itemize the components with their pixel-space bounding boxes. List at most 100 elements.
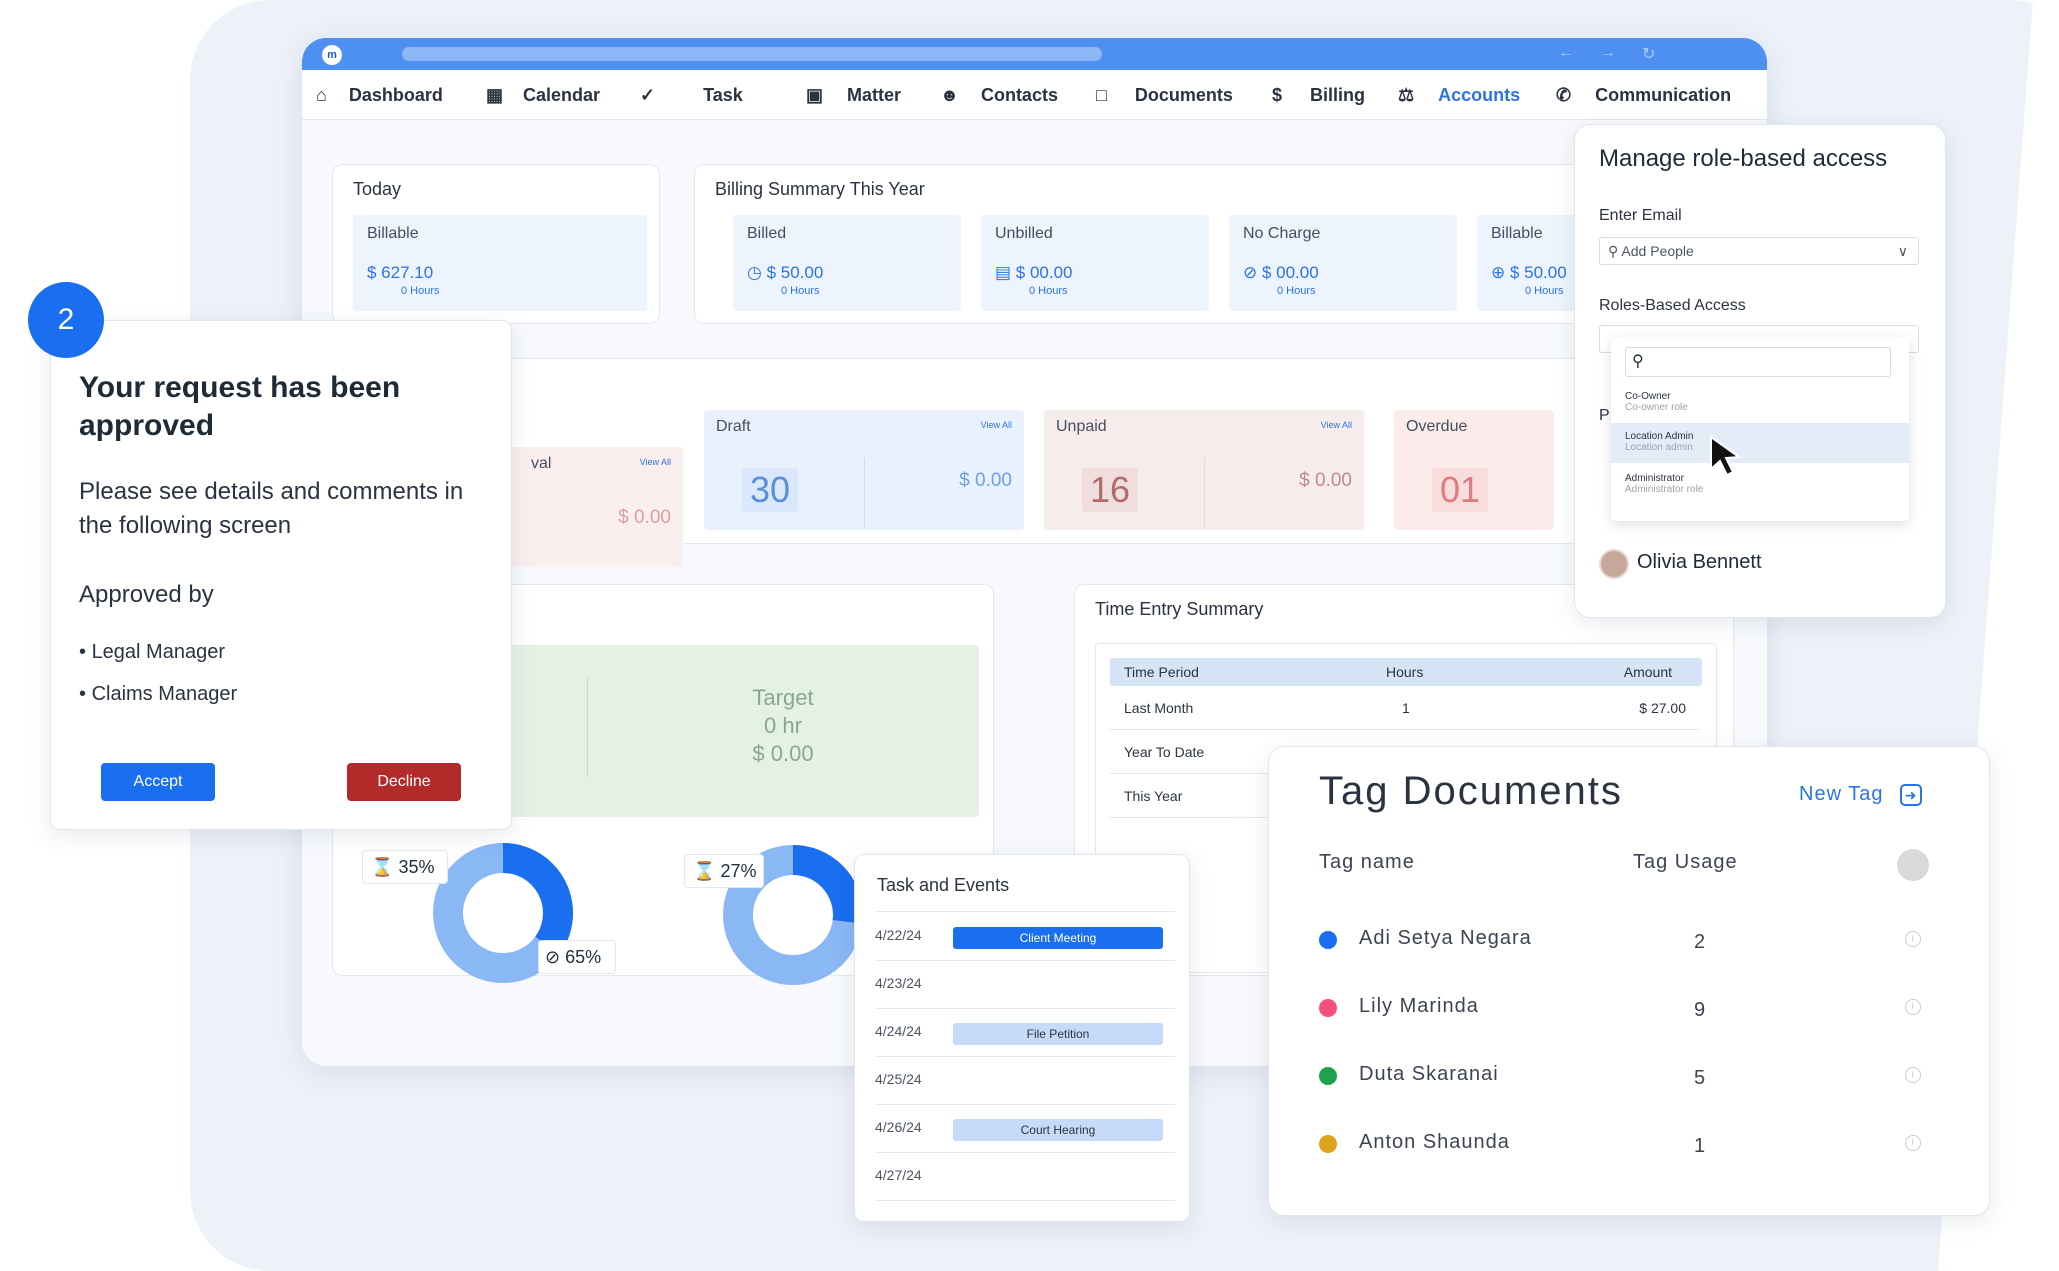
list-item[interactable]: 4/26/24 Court Hearing (875, 1105, 1175, 1153)
hourglass-icon: ⌛ (371, 857, 394, 877)
info-icon[interactable]: i (1905, 1135, 1921, 1151)
avatar (1599, 549, 1629, 579)
new-tag-button[interactable]: New Tag ➜ (1799, 783, 1923, 806)
tag-documents-title: Tag Documents (1319, 769, 1623, 813)
role-option-selected[interactable]: Location Admin Location admin (1611, 423, 1909, 463)
document-icon: ▤ (995, 263, 1016, 282)
search-icon: ⚲ (1608, 243, 1619, 259)
target-panel: ved - 00 Target 0 hr $ 0.00 (437, 645, 979, 817)
donut-1-right-badge: ⊘ 65% (538, 940, 616, 974)
list-item[interactable]: 4/27/24 (875, 1153, 1175, 1201)
view-all-link[interactable]: View All (981, 420, 1012, 430)
info-icon[interactable]: i (1905, 931, 1921, 947)
roles-search-input[interactable]: ⚲ (1625, 347, 1891, 377)
list-item[interactable]: 4/22/24 Client Meeting (875, 913, 1175, 961)
hourglass-icon: ⌛ (693, 861, 716, 881)
nav-task[interactable]: ✓ Task (640, 70, 743, 120)
table-row[interactable]: Duta Skaranai 5 i (1319, 1047, 1921, 1107)
check-circle-icon: ⊘ (545, 947, 561, 967)
nav-dashboard[interactable]: ⌂ Dashboard (316, 70, 443, 120)
role-access-title: Manage role-based access (1599, 145, 1888, 172)
table-row[interactable]: Anton Shaunda 1 i (1319, 1115, 1921, 1175)
nav-contacts[interactable]: ☻ Contacts (940, 70, 1058, 120)
app-logo-icon: m (322, 45, 342, 65)
no-charge-tile[interactable]: No Charge ⊘ $ 00.00 0 Hours (1229, 215, 1457, 311)
nav-documents[interactable]: □ Documents (1096, 70, 1233, 120)
reload-icon[interactable]: ↻ (1642, 44, 1655, 64)
approval-popup: Your request has been approved Please se… (50, 320, 512, 830)
table-row[interactable]: Last Month 1 $ 27.00 (1110, 686, 1700, 730)
approved-by-label: Approved by (79, 581, 214, 608)
divider (1204, 458, 1205, 528)
nav-calendar[interactable]: ▦ Calendar (486, 70, 600, 120)
plus-circle-icon: ⊕ (1491, 263, 1510, 282)
search-icon: ⚲ (1632, 353, 1644, 370)
list-item[interactable]: 4/25/24 (875, 1057, 1175, 1105)
decline-button[interactable]: Decline (347, 763, 461, 801)
settings-toggle-icon[interactable] (1897, 849, 1929, 881)
phone-icon: ✆ (1556, 84, 1572, 105)
approval-body: Please see details and comments in the f… (79, 478, 464, 539)
cursor-pointer-icon (1710, 435, 1742, 477)
donut-2-left-badge: ⌛ 27% (684, 854, 764, 888)
accept-button[interactable]: Accept (101, 763, 215, 801)
col-tag-usage: Tag Usage (1633, 851, 1738, 873)
tag-color-dot (1319, 931, 1337, 949)
roles-dropdown: ⚲ Co-Owner Co-owner role Location Admin … (1611, 337, 1909, 521)
nav-matter[interactable]: ▣ Matter (806, 70, 901, 120)
tag-color-dot (1319, 1135, 1337, 1153)
back-arrow-icon[interactable]: ← (1558, 44, 1574, 62)
list-item[interactable]: 4/23/24 (875, 961, 1175, 1009)
task-check-icon: ✓ (640, 84, 656, 105)
address-bar[interactable] (402, 47, 1102, 61)
nav-communication[interactable]: ✆ Communication (1556, 70, 1731, 120)
calendar-icon: ▦ (486, 84, 504, 105)
tasks-events-popup: Task and Events 4/22/24 Client Meeting 4… (854, 854, 1190, 1222)
list-item[interactable]: 4/24/24 File Petition (875, 1009, 1175, 1057)
folder-icon: □ (1096, 84, 1107, 105)
divider (864, 458, 865, 528)
table-row[interactable]: Adi Setya Negara 2 i (1319, 911, 1921, 971)
today-card: Today Billable $ 627.10 0 Hours (332, 164, 660, 324)
bank-icon: ⚖ (1398, 84, 1415, 105)
time-entry-title: Time Entry Summary (1095, 599, 1264, 619)
unpaid-invoice-tile[interactable]: Unpaid View All 16 $ 0.00 (1044, 410, 1364, 530)
person-name: Olivia Bennett (1637, 551, 1762, 573)
nav-billing[interactable]: $ Billing (1272, 70, 1365, 120)
chevron-down-icon[interactable]: ∨ (1898, 238, 1908, 264)
role-access-popup: Manage role-based access Enter Email ⚲ A… (1574, 124, 1946, 618)
dollar-icon: $ (1272, 84, 1283, 105)
step-badge: 2 (28, 282, 104, 358)
unbilled-tile[interactable]: Unbilled ▤ $ 00.00 0 Hours (981, 215, 1209, 311)
contacts-icon: ☻ (940, 84, 959, 105)
approval-title: Your request has been approved (79, 371, 401, 442)
nav-accounts[interactable]: ⚖ Accounts (1398, 70, 1520, 120)
approver-item: • Claims Manager (79, 683, 238, 705)
col-tag-name: Tag name (1319, 851, 1415, 873)
billing-summary-title: Billing Summary This Year (715, 179, 925, 199)
tag-color-dot (1319, 999, 1337, 1017)
billed-tile[interactable]: Billed ◷ $ 50.00 0 Hours (733, 215, 961, 311)
role-option[interactable]: Administrator Administrator role (1611, 465, 1909, 505)
view-all-link[interactable]: View All (1321, 420, 1352, 430)
tasks-events-title: Task and Events (877, 875, 1010, 895)
info-icon[interactable]: i (1905, 999, 1921, 1015)
email-field[interactable]: ⚲ Add People ∨ (1599, 237, 1919, 265)
role-option[interactable]: Co-Owner Co-owner role (1611, 383, 1909, 423)
clock-icon: ◷ (747, 263, 767, 282)
today-title: Today (353, 179, 402, 199)
no-charge-icon: ⊘ (1243, 263, 1262, 282)
add-arrow-icon: ➜ (1900, 784, 1923, 806)
overdue-invoice-tile[interactable]: Overdue 01 (1394, 410, 1554, 530)
today-billable-tile[interactable]: Billable $ 627.10 0 Hours (353, 215, 647, 311)
tag-color-dot (1319, 1067, 1337, 1085)
table-row[interactable]: Lily Marinda 9 i (1319, 979, 1921, 1039)
info-icon[interactable]: i (1905, 1067, 1921, 1083)
forward-arrow-icon[interactable]: → (1600, 44, 1616, 62)
draft-invoice-tile[interactable]: Draft View All 30 $ 0.00 (704, 410, 1024, 530)
donut-1-left-badge: ⌛ 35% (362, 850, 448, 884)
home-icon: ⌂ (316, 84, 327, 105)
browser-titlebar: m ← → ↻ (302, 38, 1767, 70)
view-all-link[interactable]: View All (640, 457, 671, 467)
approver-item: • Legal Manager (79, 641, 225, 663)
